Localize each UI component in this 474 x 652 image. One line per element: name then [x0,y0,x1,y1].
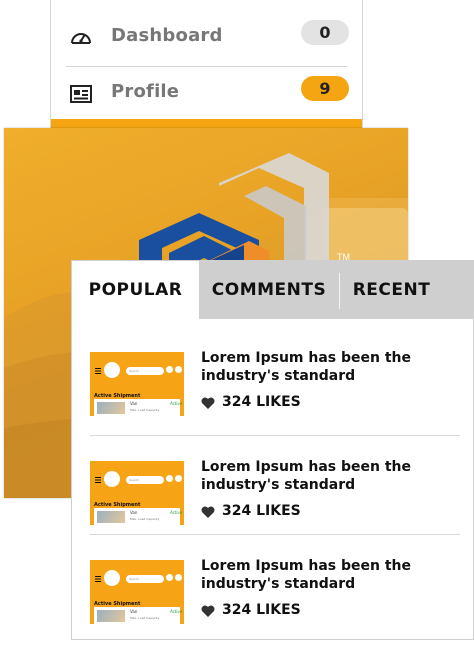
post-item[interactable]: Search Active Shipment Van Max. Load Cap… [90,349,460,444]
thumb-search-field: Search [126,367,164,375]
tab-comments[interactable]: COMMENTS [199,261,339,319]
vehicle-image [97,610,125,622]
thumb-shipment-card: Van Max. Load Capacity Active [94,399,183,416]
dashboard-count-badge: 0 [301,20,349,45]
side-menu: Dashboard 0 Profile 9 [50,0,363,130]
thumb-search-field: Search [126,575,164,583]
post-title[interactable]: Lorem Ipsum has been the industry's stan… [201,557,451,593]
post-title[interactable]: Lorem Ipsum has been the industry's stan… [201,349,451,385]
post-thumbnail[interactable]: Search Active Shipment Van Max. Load Cap… [90,352,184,416]
user-icon [175,366,182,373]
tab-bar: POPULAR COMMENTS RECENT [72,261,473,319]
app-logo-icon [104,471,120,487]
thumb-vehicle: Van [130,510,138,515]
user-icon [175,475,182,482]
menu-item-profile[interactable]: Profile 9 [51,64,362,120]
post-thumbnail[interactable]: Search Active Shipment Van Max. Load Cap… [90,461,184,525]
post-title[interactable]: Lorem Ipsum has been the industry's stan… [201,458,451,494]
id-card-icon [70,85,92,103]
posts-panel: POPULAR COMMENTS RECENT Search Active Sh… [71,260,474,640]
menu-label-profile: Profile [111,81,180,102]
app-logo-icon [104,570,120,586]
menu-item-dashboard[interactable]: Dashboard 0 [51,8,362,64]
profile-count-badge: 9 [301,76,349,101]
bell-icon [166,574,173,581]
menu-icon [95,576,101,582]
thumb-vehicle: Van [130,401,138,406]
post-thumbnail[interactable]: Search Active Shipment Van Max. Load Cap… [90,560,184,624]
post-divider [90,435,460,436]
menu-icon [95,477,101,483]
likes-count: 324 LIKES [222,394,301,410]
thumb-detail: Max. Load Capacity [130,517,160,521]
menu-label-dashboard: Dashboard [111,25,223,46]
thumb-shipment-card: Van Max. Load Capacity Active [94,508,183,525]
vehicle-image [97,402,125,414]
thumb-search-field: Search [126,476,164,484]
tab-recent[interactable]: RECENT [340,261,443,319]
heart-icon [201,605,215,617]
thumb-detail: Max. Load Capacity [130,616,160,620]
likes-count: 324 LIKES [222,602,301,618]
menu-icon [95,368,101,374]
speedometer-icon [71,33,91,44]
thumb-status: Active [170,609,183,614]
post-divider [90,534,460,535]
vehicle-image [97,511,125,523]
thumb-status: Active [170,510,183,515]
thumb-status: Active [170,401,183,406]
likes-count: 324 LIKES [222,503,301,519]
thumb-vehicle: Van [130,609,138,614]
heart-icon [201,397,215,409]
bell-icon [166,366,173,373]
thumb-detail: Max. Load Capacity [130,408,160,412]
heart-icon [201,506,215,518]
app-logo-icon [104,362,120,378]
user-icon [175,574,182,581]
tab-popular[interactable]: POPULAR [72,261,199,319]
post-item[interactable]: Search Active Shipment Van Max. Load Cap… [90,557,460,652]
bell-icon [166,475,173,482]
post-item[interactable]: Search Active Shipment Van Max. Load Cap… [90,458,460,553]
thumb-shipment-card: Van Max. Load Capacity Active [94,607,183,624]
